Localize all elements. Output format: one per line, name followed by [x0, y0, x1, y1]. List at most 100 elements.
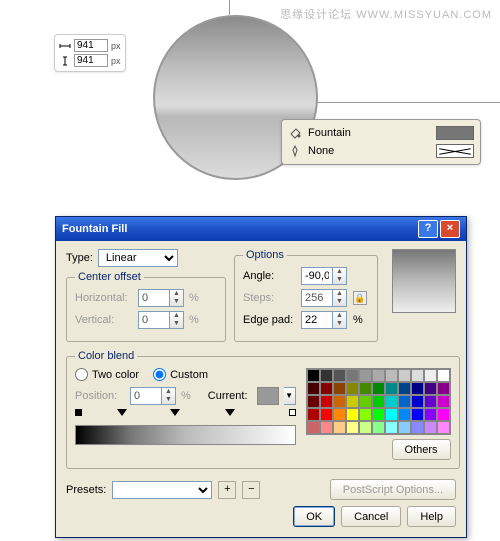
palette-swatch[interactable] [333, 421, 346, 434]
palette-swatch[interactable] [307, 369, 320, 382]
palette-swatch[interactable] [359, 369, 372, 382]
palette-swatch[interactable] [437, 408, 450, 421]
palette-swatch[interactable] [385, 421, 398, 434]
help-button[interactable]: Help [407, 506, 456, 527]
presets-select[interactable] [112, 481, 212, 499]
palette-swatch[interactable] [346, 382, 359, 395]
gradient-stop[interactable] [75, 409, 82, 416]
palette-swatch[interactable] [346, 369, 359, 382]
outline-none-swatch[interactable] [436, 144, 474, 158]
fill-swatch[interactable] [436, 126, 474, 140]
palette-swatch[interactable] [307, 382, 320, 395]
palette-swatch[interactable] [359, 395, 372, 408]
ok-button[interactable]: OK [293, 506, 335, 527]
gradient-preview [392, 249, 456, 313]
palette-swatch[interactable] [333, 382, 346, 395]
palette-swatch[interactable] [385, 382, 398, 395]
options-legend: Options [243, 249, 287, 261]
gradient-stop[interactable] [117, 409, 127, 416]
palette-swatch[interactable] [372, 369, 385, 382]
color-palette[interactable] [306, 368, 451, 435]
palette-swatch[interactable] [333, 395, 346, 408]
preset-add-button[interactable]: + [218, 481, 236, 499]
palette-swatch[interactable] [346, 421, 359, 434]
palette-swatch[interactable] [424, 369, 437, 382]
close-button[interactable]: × [440, 220, 460, 238]
palette-swatch[interactable] [411, 408, 424, 421]
palette-swatch[interactable] [346, 408, 359, 421]
palette-swatch[interactable] [307, 395, 320, 408]
dimensions-panel: 941 px 941 px [54, 34, 126, 72]
presets-label: Presets: [66, 484, 106, 496]
palette-swatch[interactable] [437, 382, 450, 395]
palette-swatch[interactable] [424, 382, 437, 395]
palette-swatch[interactable] [320, 421, 333, 434]
edgepad-label: Edge pad: [243, 314, 301, 326]
gradient-stop[interactable] [289, 409, 296, 416]
palette-swatch[interactable] [424, 395, 437, 408]
preset-remove-button[interactable]: − [242, 481, 260, 499]
dropdown-icon[interactable]: ▼ [284, 387, 296, 405]
outline-type-label[interactable]: None [308, 145, 430, 157]
palette-swatch[interactable] [346, 395, 359, 408]
palette-swatch[interactable] [359, 421, 372, 434]
palette-swatch[interactable] [424, 421, 437, 434]
palette-swatch[interactable] [424, 408, 437, 421]
palette-swatch[interactable] [411, 369, 424, 382]
custom-radio[interactable]: Custom [153, 368, 208, 381]
palette-swatch[interactable] [372, 382, 385, 395]
dialog-titlebar[interactable]: Fountain Fill ? × [56, 217, 466, 241]
gradient-stop[interactable] [170, 409, 180, 416]
palette-swatch[interactable] [398, 369, 411, 382]
angle-input[interactable] [301, 267, 333, 285]
current-color-swatch[interactable] [257, 387, 279, 405]
horizontal-label: Horizontal: [75, 292, 133, 304]
pct-label: % [189, 314, 199, 326]
height-input[interactable]: 941 [74, 54, 108, 67]
palette-swatch[interactable] [411, 395, 424, 408]
others-button[interactable]: Others [392, 439, 451, 460]
palette-swatch[interactable] [398, 382, 411, 395]
type-select[interactable]: Linear [98, 249, 178, 267]
palette-swatch[interactable] [411, 421, 424, 434]
fill-type-label[interactable]: Fountain [308, 127, 430, 139]
help-titlebar-button[interactable]: ? [418, 220, 438, 238]
pct-label: % [189, 292, 199, 304]
lock-icon[interactable]: 🔒 [353, 291, 367, 305]
palette-swatch[interactable] [359, 408, 372, 421]
palette-swatch[interactable] [333, 408, 346, 421]
twocolor-radio[interactable]: Two color [75, 368, 139, 381]
gradient-bar[interactable] [75, 425, 296, 445]
palette-swatch[interactable] [398, 408, 411, 421]
palette-swatch[interactable] [398, 395, 411, 408]
palette-swatch[interactable] [398, 421, 411, 434]
palette-swatch[interactable] [359, 382, 372, 395]
palette-swatch[interactable] [320, 369, 333, 382]
edgepad-input[interactable] [301, 311, 333, 329]
palette-swatch[interactable] [320, 395, 333, 408]
cancel-button[interactable]: Cancel [341, 506, 401, 527]
palette-swatch[interactable] [320, 408, 333, 421]
spinner-arrows: ▲▼ [333, 289, 347, 307]
palette-swatch[interactable] [372, 408, 385, 421]
palette-swatch[interactable] [372, 421, 385, 434]
palette-swatch[interactable] [437, 421, 450, 434]
palette-swatch[interactable] [385, 395, 398, 408]
palette-swatch[interactable] [372, 395, 385, 408]
width-input[interactable]: 941 [74, 39, 108, 52]
palette-swatch[interactable] [437, 395, 450, 408]
palette-swatch[interactable] [437, 369, 450, 382]
gradient-stop[interactable] [225, 409, 235, 416]
palette-swatch[interactable] [385, 408, 398, 421]
fountain-fill-dialog: Fountain Fill ? × Type: Linear Center of… [55, 216, 467, 538]
palette-swatch[interactable] [385, 369, 398, 382]
position-input [130, 387, 162, 405]
palette-swatch[interactable] [333, 369, 346, 382]
palette-swatch[interactable] [307, 421, 320, 434]
palette-swatch[interactable] [320, 382, 333, 395]
palette-swatch[interactable] [411, 382, 424, 395]
palette-swatch[interactable] [307, 408, 320, 421]
spinner-arrows[interactable]: ▲▼ [333, 267, 347, 285]
spinner-arrows[interactable]: ▲▼ [333, 311, 347, 329]
options-group: Options Angle: ▲▼ Steps: ▲▼ 🔒 Edge pad: … [234, 249, 378, 342]
